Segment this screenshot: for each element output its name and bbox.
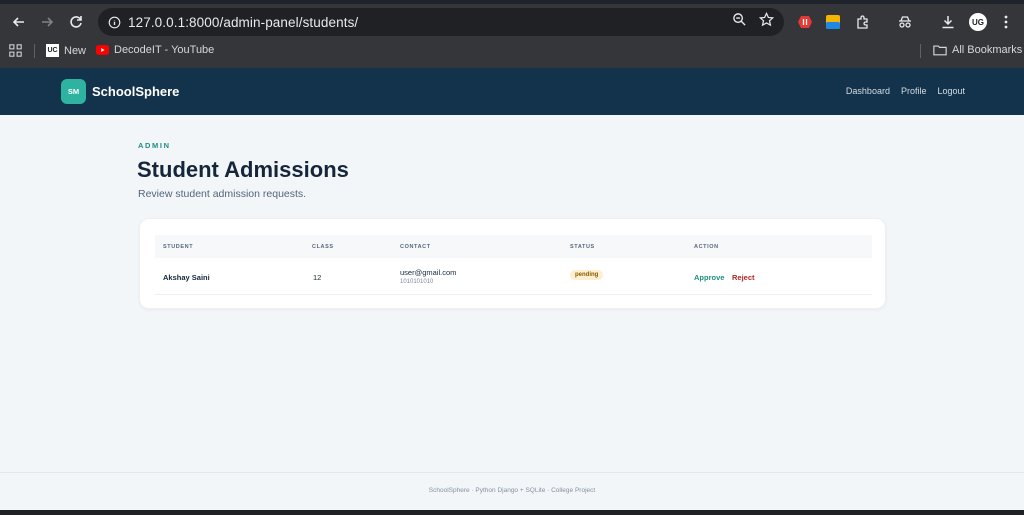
nav-profile[interactable]: Profile [901, 86, 927, 96]
column-class: CLASS [312, 244, 334, 250]
column-status: STATUS [570, 244, 595, 250]
logo-badge[interactable]: SM [61, 79, 86, 104]
zoom-icon[interactable] [732, 12, 747, 27]
youtube-icon [96, 45, 109, 55]
reject-button[interactable]: Reject [732, 273, 755, 282]
student-phone: 1010101010 [400, 279, 434, 285]
page-title: Student Admissions [137, 157, 349, 182]
apps-grid-icon[interactable] [9, 44, 22, 57]
uc-icon: UC [46, 44, 59, 57]
page-footer: SchoolSphere · Python Django + SQLite · … [428, 487, 596, 494]
url-text: 127.0.0.1:8000/admin-panel/students/ [128, 14, 359, 30]
page-subtitle: Review student admission requests. [138, 188, 307, 200]
download-icon[interactable] [937, 8, 959, 36]
bookmark-decodeit-youtube[interactable]: DecodeIT - YouTube [96, 44, 214, 56]
nav-logout[interactable]: Logout [937, 86, 965, 96]
student-class: 12 [313, 273, 322, 282]
column-action: ACTION [694, 244, 719, 250]
reload-button[interactable] [62, 8, 90, 36]
address-bar[interactable]: 127.0.0.1:8000/admin-panel/students/ [98, 8, 784, 36]
approve-button[interactable]: Approve [694, 273, 724, 282]
folder-icon [933, 45, 947, 56]
bookmark-separator [34, 44, 35, 58]
student-email: user@gmail.com [400, 268, 457, 277]
menu-dots-icon[interactable] [995, 8, 1017, 36]
arrow-left-icon [12, 17, 24, 27]
status-badge: pending [570, 270, 604, 280]
nav-dashboard[interactable]: Dashboard [846, 86, 890, 96]
all-bookmarks[interactable]: All Bookmarks [933, 44, 1022, 56]
page-eyebrow: ADMIN [138, 141, 171, 150]
profile-avatar[interactable]: UG [967, 8, 989, 36]
bookmark-star-icon[interactable] [759, 12, 774, 27]
back-button[interactable] [5, 8, 33, 36]
arrow-right-icon [42, 17, 54, 27]
admissions-table-card: STUDENT CLASS CONTACT STATUS ACTION Aksh… [139, 218, 886, 309]
column-contact: CONTACT [400, 244, 431, 250]
app-name[interactable]: SchoolSphere [92, 84, 179, 99]
extension-red-icon[interactable] [794, 8, 816, 36]
reload-icon [70, 16, 82, 28]
app-header: SM SchoolSphere Dashboard Profile Logout [0, 68, 1024, 115]
student-name: Akshay Saini [163, 273, 210, 282]
extension-colorful-icon[interactable] [822, 8, 844, 36]
taskbar-edge [0, 510, 1024, 515]
column-student: STUDENT [163, 244, 194, 250]
footer-divider [0, 472, 1024, 473]
bookmark-separator [920, 44, 921, 58]
browser-toolbar: 127.0.0.1:8000/admin-panel/students/ UG [0, 4, 1024, 40]
incognito-icon[interactable] [894, 8, 916, 36]
forward-button[interactable] [33, 8, 61, 36]
site-info-icon[interactable] [100, 16, 128, 29]
bookmark-new[interactable]: UC New [46, 44, 86, 57]
table-row: Akshay Saini 12 user@gmail.com 101010101… [155, 258, 872, 295]
extensions-puzzle-icon[interactable] [852, 8, 874, 36]
top-nav: Dashboard Profile Logout [846, 86, 965, 96]
bookmarks-bar: UC New DecodeIT - YouTube All Bookmarks [0, 40, 1024, 62]
table-header: STUDENT CLASS CONTACT STATUS ACTION [155, 235, 872, 258]
